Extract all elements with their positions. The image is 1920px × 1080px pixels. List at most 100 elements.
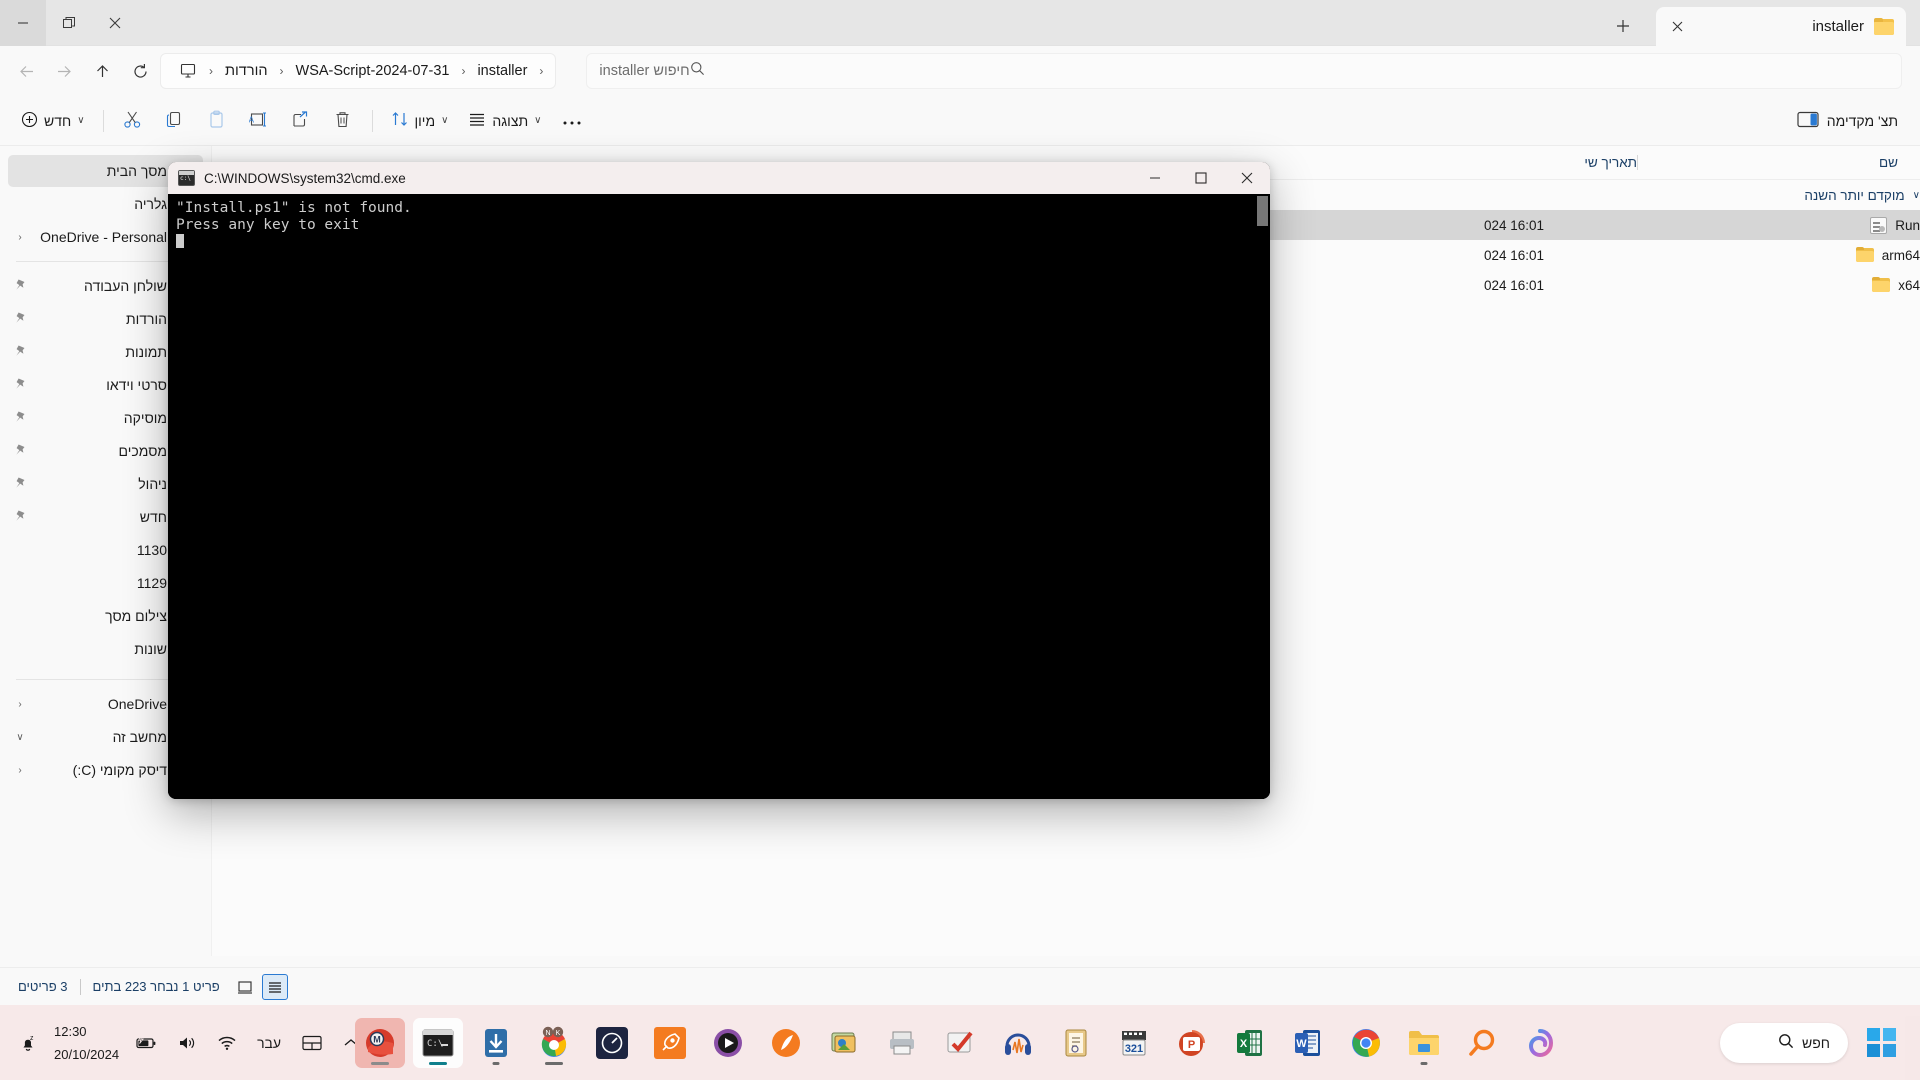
taskbar-apps: M C:\ NK 321 P X W [0,1005,1920,1080]
breadcrumb-downloads[interactable]: הורדות [217,59,276,83]
cmd-title-bar[interactable]: C:\WINDOWS\system32\cmd.exe [168,162,1270,194]
new-tab-button[interactable] [1608,12,1638,40]
sidebar-item-label: ניהול [138,476,167,492]
taskbar-app-command-prompt[interactable]: C:\ [413,1017,463,1068]
pin-icon[interactable] [14,311,27,327]
window-minimize-button[interactable] [0,0,46,46]
new-button[interactable]: חדש ∨ [12,104,94,138]
taskbar-right-cluster: חפש [1720,1018,1920,1068]
cmd-minimize-button[interactable] [1132,162,1178,194]
cmd-close-button[interactable] [1224,162,1270,194]
navigation-bar: ‹ הורדות ‹ WSA-Script-2024-07-31 ‹ insta… [0,46,1920,96]
taskbar-app-notes[interactable] [1051,1018,1101,1068]
sort-icon [391,110,409,131]
refresh-button[interactable] [122,54,158,88]
cmd-scrollbar[interactable] [1255,194,1270,799]
taskbar-app-photo-viewer[interactable] [819,1018,869,1068]
taskbar-app-mega-sync[interactable]: M [355,1017,405,1068]
cmd-output-area[interactable]: "Install.ps1" is not found. Press any ke… [168,194,1270,799]
taskbar-app-rocket-launcher[interactable] [645,1018,695,1068]
sidebar-item-label: גלריה [134,196,167,212]
taskbar-app-media-321[interactable]: 321 [1109,1018,1159,1068]
taskbar-app-chrome-canary[interactable]: NK [529,1018,579,1068]
chevron-expand-icon[interactable]: ‹ [14,232,26,243]
status-items-count: 3 פריטים [18,979,68,994]
explorer-tab[interactable]: installer [1656,7,1906,46]
folder-icon [1874,18,1894,35]
forward-button[interactable] [46,54,82,88]
pin-icon[interactable] [14,476,27,492]
copy-button[interactable] [155,104,195,138]
taskbar-app-file-explorer[interactable] [1399,1018,1449,1068]
taskbar-app-search-magnifier[interactable] [1457,1018,1507,1068]
taskbar-app-media-player[interactable] [703,1018,753,1068]
taskbar-app-printer[interactable] [877,1018,927,1068]
scrollbar-thumb[interactable] [1257,196,1268,226]
rename-button[interactable]: A [239,104,279,138]
pin-icon[interactable] [14,509,27,525]
breadcrumb-separator: ‹ [209,64,213,78]
pin-icon[interactable] [14,443,27,459]
tab-title: installer [1812,18,1864,35]
pin-icon[interactable] [14,344,27,360]
cmd-line-1: "Install.ps1" is not found. [176,200,412,216]
cut-button[interactable] [113,104,153,138]
taskbar-app-copilot[interactable] [1515,1018,1565,1068]
sidebar-item-label: OneDrive - Personal [40,229,167,245]
taskbar-app-checkmark[interactable] [935,1018,985,1068]
taskbar-app-powerpoint[interactable]: P [1167,1018,1217,1068]
tab-close-icon[interactable] [1664,14,1690,40]
breadcrumb-installer[interactable]: installer [469,59,535,83]
sort-button[interactable]: מיון ∨ [382,104,458,138]
window-restore-button[interactable] [46,0,92,46]
chevron-down-icon: ∨ [1912,189,1920,201]
taskbar-app-excel[interactable]: X [1225,1018,1275,1068]
back-button[interactable] [8,54,44,88]
sidebar-item-label: מסך הבית [106,163,167,179]
address-bar[interactable]: ‹ הורדות ‹ WSA-Script-2024-07-31 ‹ insta… [160,53,557,89]
search-input[interactable]: חיפוש installer [586,53,1902,89]
sidebar-item-label: שונות [134,641,167,657]
share-button[interactable] [281,104,321,138]
taskbar-search-label: חפש [1802,1034,1830,1051]
cmd-maximize-button[interactable] [1178,162,1224,194]
taskbar-app-downloader[interactable] [471,1018,521,1068]
delete-button[interactable] [323,104,363,138]
file-name-label: x64 [1898,277,1920,293]
sidebar-item-label: תמונות [125,344,167,360]
breadcrumb-this-pc[interactable] [171,59,205,84]
chevron-down-icon[interactable]: ∨ [14,732,26,743]
chevron-expand-icon[interactable]: ‹ [14,699,26,710]
taskbar-app-chrome[interactable] [1341,1018,1391,1068]
breadcrumb-wsa-script[interactable]: WSA-Script-2024-07-31 [288,59,458,83]
window-close-button[interactable] [92,0,138,46]
taskbar-app-audacity[interactable] [993,1018,1043,1068]
taskbar-app-speedtest[interactable] [587,1018,637,1068]
details-view-icon[interactable] [261,973,288,1000]
taskbar-app-word[interactable]: W [1283,1018,1333,1068]
view-toggle-group [232,973,288,1000]
up-button[interactable] [84,54,120,88]
windows-start-button[interactable] [1856,1018,1906,1068]
pin-icon[interactable] [14,410,27,426]
pin-icon[interactable] [14,278,27,294]
column-header-name[interactable]: שם [1638,155,1898,170]
running-indicator [429,1061,447,1065]
chevron-expand-icon[interactable]: ‹ [14,765,26,776]
command-prompt-window[interactable]: C:\WINDOWS\system32\cmd.exe "Install.ps1… [168,162,1270,799]
sidebar-item-label: צילום מסך [105,608,167,624]
taskbar-app-nitro-pdf[interactable] [761,1018,811,1068]
paste-icon [207,110,226,132]
paste-button[interactable] [197,104,237,138]
more-options-button[interactable] [552,104,592,138]
taskbar-search-box[interactable]: חפש [1720,1022,1848,1063]
column-header-date[interactable]: תאריך שי [1448,155,1638,170]
file-date-cell: 024 16:01 [1484,217,1545,233]
preview-pane-button[interactable]: תצ' מקדימה [1787,104,1908,138]
trash-icon [333,110,352,132]
running-indicator [1420,1061,1428,1065]
view-button[interactable]: תצוגה ∨ [459,104,550,138]
grid-view-icon[interactable] [232,974,258,1000]
pin-icon[interactable] [14,377,27,393]
svg-text:X: X [1240,1038,1248,1050]
